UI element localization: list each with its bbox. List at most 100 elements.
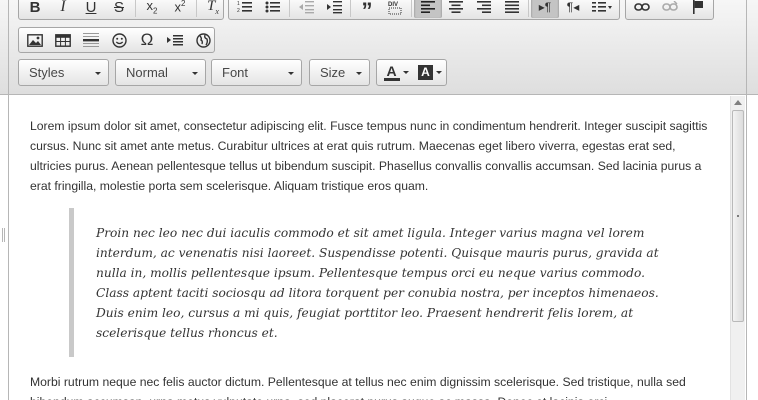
link-button[interactable] xyxy=(628,0,656,18)
smiley-button[interactable] xyxy=(105,29,133,51)
blockquote: Proin nec leo nec dui iaculis commodo et… xyxy=(69,208,679,357)
editor-toolbar: B I U S x2 x2 Tx 12 ” DIV ▸¶ ¶◂ Ω Styles… xyxy=(0,0,758,95)
vertical-scrollbar[interactable] xyxy=(730,96,745,400)
smiley-icon xyxy=(111,32,127,48)
chevron-down-icon xyxy=(95,72,101,75)
page-break-button[interactable] xyxy=(161,29,189,51)
decrease-indent-icon xyxy=(299,1,314,14)
align-right-button[interactable] xyxy=(470,0,498,18)
font-dropdown-label: Font xyxy=(222,65,249,80)
subscript-icon: x2 xyxy=(146,0,158,16)
editor-content-area[interactable]: Lorem ipsum dolor sit amet, consectetur … xyxy=(10,96,730,400)
align-right-icon xyxy=(477,1,491,13)
horizontal-line-button[interactable] xyxy=(77,29,105,51)
increase-indent-icon xyxy=(327,1,342,14)
bulleted-list-icon xyxy=(265,1,280,13)
link-icon xyxy=(634,3,650,11)
image-icon xyxy=(27,33,43,47)
strikethrough-icon: S xyxy=(113,0,124,16)
subscript-button[interactable]: x2 xyxy=(138,0,166,18)
bulleted-list-button[interactable] xyxy=(259,0,287,18)
underline-icon: U xyxy=(85,0,97,16)
bold-button[interactable]: B xyxy=(21,0,49,18)
styles-dropdown-label: Styles xyxy=(29,65,65,80)
scrollbar-grip-icon xyxy=(737,215,739,217)
language-button[interactable] xyxy=(587,0,619,18)
superscript-button[interactable]: x2 xyxy=(166,0,194,18)
background-color-icon: A xyxy=(418,65,433,80)
colors-group: A A xyxy=(376,59,447,86)
basic-styles-group: B I U S x2 x2 Tx xyxy=(18,0,224,20)
toolbar-separator xyxy=(528,0,529,17)
globe-icon xyxy=(195,32,211,48)
svg-text:1: 1 xyxy=(237,1,240,7)
omega-icon: Ω xyxy=(140,30,154,49)
align-center-icon xyxy=(449,1,463,13)
text-direction-rtl-button[interactable]: ¶◂ xyxy=(559,0,587,18)
scrollbar-thumb[interactable] xyxy=(732,110,744,322)
insert-group: Ω xyxy=(18,27,215,53)
styles-dropdown[interactable]: Styles xyxy=(18,59,109,86)
align-center-button[interactable] xyxy=(442,0,470,18)
blockquote-button[interactable]: ” xyxy=(353,0,381,23)
image-button[interactable] xyxy=(21,29,49,51)
chevron-down-icon xyxy=(356,72,362,75)
toolbar-separator xyxy=(350,0,351,17)
chevron-down-icon xyxy=(402,71,409,74)
svg-text:DIV: DIV xyxy=(388,2,398,8)
text-direction-ltr-button[interactable]: ▸¶ xyxy=(531,0,559,18)
page-break-icon xyxy=(167,35,183,46)
decrease-indent-button[interactable] xyxy=(292,0,320,18)
links-group xyxy=(625,0,714,20)
resize-handle[interactable] xyxy=(2,228,5,242)
toolbar-separator xyxy=(289,0,290,17)
chevron-down-icon xyxy=(436,71,442,74)
increase-indent-button[interactable] xyxy=(320,0,348,18)
scroll-up-arrow-icon[interactable] xyxy=(734,100,742,105)
remove-format-icon: Tx xyxy=(207,0,219,16)
language-icon xyxy=(592,2,612,12)
table-button[interactable] xyxy=(49,29,77,51)
horizontal-line-icon xyxy=(83,33,99,47)
toolbar-separator xyxy=(411,0,412,17)
ltr-direction-icon: ▸¶ xyxy=(538,0,552,14)
align-left-icon xyxy=(421,1,435,13)
text-color-icon: A xyxy=(383,64,400,81)
anchor-button[interactable] xyxy=(684,0,712,18)
underline-button[interactable]: U xyxy=(77,0,105,18)
format-dropdown[interactable]: Normal xyxy=(115,59,206,86)
bold-icon: B xyxy=(29,0,41,16)
background-color-button[interactable]: A xyxy=(413,62,447,84)
align-left-button[interactable] xyxy=(414,0,442,18)
justify-button[interactable] xyxy=(498,0,526,18)
special-char-button[interactable]: Ω xyxy=(133,29,161,51)
rtl-direction-icon: ¶◂ xyxy=(566,0,580,14)
italic-button[interactable]: I xyxy=(49,0,77,18)
div-container-icon: DIV xyxy=(388,2,402,15)
chevron-down-icon xyxy=(288,72,294,75)
paragraph: Lorem ipsum dolor sit amet, consectetur … xyxy=(30,119,708,193)
create-div-button[interactable]: DIV xyxy=(381,0,409,18)
size-dropdown[interactable]: Size xyxy=(309,59,370,86)
toolbar-separator xyxy=(135,0,136,17)
size-dropdown-label: Size xyxy=(320,65,346,80)
editor-left-border xyxy=(8,0,9,400)
iframe-button[interactable] xyxy=(189,29,217,51)
unlink-icon xyxy=(662,1,678,11)
toolbar-separator xyxy=(196,0,197,17)
table-icon xyxy=(55,33,71,47)
strikethrough-button[interactable]: S xyxy=(105,0,133,18)
chevron-down-icon xyxy=(192,72,198,75)
editor-right-border xyxy=(746,0,747,400)
svg-text:2: 2 xyxy=(237,8,240,14)
text-color-button[interactable]: A xyxy=(379,62,413,84)
unlink-button[interactable] xyxy=(656,0,684,18)
flag-icon xyxy=(693,0,703,14)
remove-format-button[interactable]: Tx xyxy=(199,0,227,18)
numbered-list-button[interactable]: 12 xyxy=(231,0,259,18)
paragraph: Morbi rutrum neque nec felis auctor dict… xyxy=(30,375,686,400)
font-dropdown[interactable]: Font xyxy=(211,59,302,86)
align-justify-icon xyxy=(505,1,519,13)
quote-icon: ” xyxy=(361,0,373,23)
format-dropdown-label: Normal xyxy=(126,65,168,80)
